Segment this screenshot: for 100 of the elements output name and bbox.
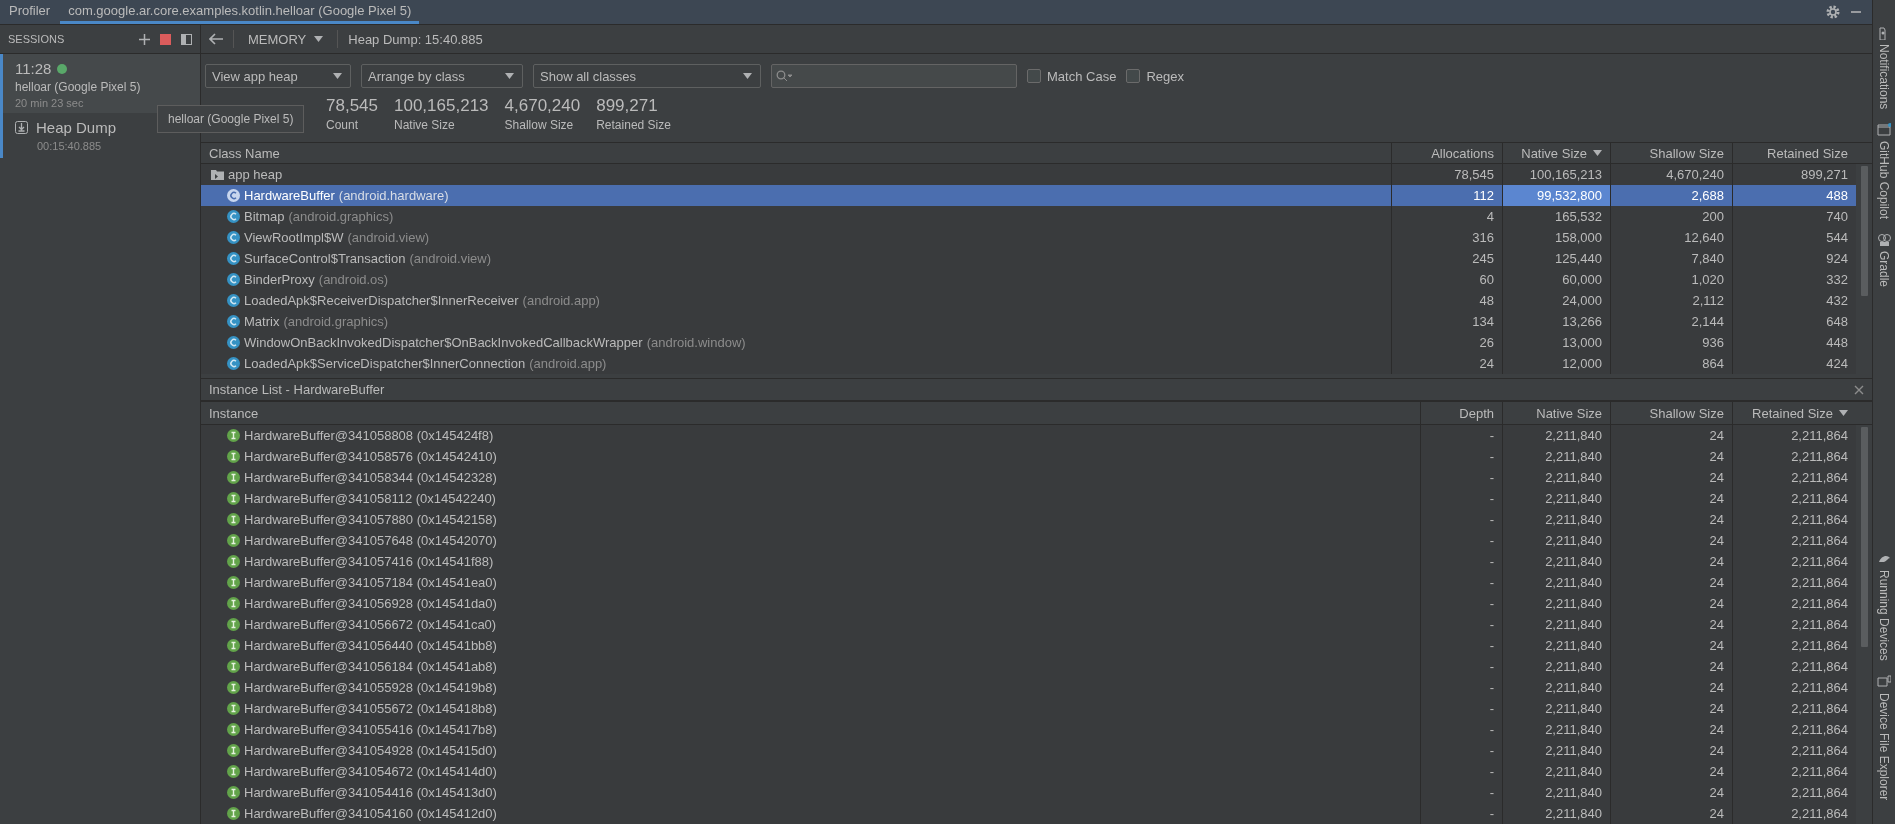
instance-icon	[227, 492, 240, 505]
scrollbar-thumb[interactable]	[1860, 427, 1868, 647]
table-cell: 2,211,840	[1502, 698, 1610, 719]
stat-label: Retained Size	[596, 118, 671, 132]
checkbox[interactable]: Match Case	[1027, 68, 1117, 84]
class-name: WindowOnBackInvokedDispatcher$OnBackInvokedCallbackWrapper	[244, 335, 643, 350]
session-item[interactable]: 11:28 helloar (Google Pixel 5) 20 min 23 sec	[0, 54, 200, 113]
instance-name: HardwareBuffer@341055672 (0x145418b8)	[244, 701, 497, 716]
class-name: HardwareBuffer	[244, 188, 335, 203]
stop-icon[interactable]	[160, 33, 171, 45]
dropdown[interactable]: Show all classes	[533, 64, 761, 88]
table-cell: 24	[1610, 782, 1732, 803]
column-header[interactable]: Depth	[1420, 402, 1502, 424]
table-cell: -	[1420, 656, 1502, 677]
table-cell: 134	[1391, 311, 1502, 332]
column-header[interactable]: Shallow Size	[1610, 143, 1732, 163]
table-cell: -	[1420, 446, 1502, 467]
instance-icon	[227, 744, 240, 757]
table-cell: -	[1420, 551, 1502, 572]
class-name: LoadedApk$ServiceDispatcher$InnerConnection	[244, 356, 526, 371]
class-name: app heap	[228, 167, 283, 182]
table-cell: 24	[1610, 698, 1732, 719]
instance-icon	[227, 618, 240, 631]
class-row[interactable]: HardwareBuffer (android.hardware) 112 99,532,800 2,688 488	[201, 185, 1856, 206]
instance-icon	[227, 639, 240, 652]
tool-icon	[1877, 123, 1891, 138]
instance-list-title: Instance List - HardwareBuffer	[209, 382, 385, 397]
class-name: Matrix	[244, 314, 280, 329]
class-row[interactable]: BinderProxy (android.os) 60 60,000 1,020 332	[201, 269, 1856, 290]
stat-value: 100,165,213	[394, 96, 489, 116]
class-row[interactable]: WindowOnBackInvokedDispatcher$OnBackInvokedCallbackWrapper (android.window) 26 13,000 936 448	[201, 332, 1856, 353]
table-cell: 2,211,840	[1502, 656, 1610, 677]
column-header[interactable]: Class Name	[201, 143, 1391, 163]
tool-window-button[interactable]: Device File Explorer	[1877, 674, 1891, 800]
tool-window-button[interactable]: Running Devices	[1877, 551, 1891, 661]
tab[interactable]: com.google.ar.core.examples.kotlin.helloar (Google Pixel 5)	[60, 0, 420, 24]
tool-window-button[interactable]: Notifications	[1877, 26, 1891, 110]
instance-icon	[227, 471, 240, 484]
tooltip: helloar (Google Pixel 5)	[157, 105, 305, 133]
download-icon	[15, 121, 28, 134]
table-cell: 24	[1610, 677, 1732, 698]
stat-label: Count	[326, 118, 360, 132]
dropdown[interactable]: View app heap	[205, 64, 351, 88]
instance-name: HardwareBuffer@341056928 (0x14541da0)	[244, 596, 497, 611]
table-cell: -	[1420, 677, 1502, 698]
add-icon[interactable]	[139, 33, 150, 45]
column-header[interactable]: Instance	[201, 402, 1420, 424]
table-cell: 2,211,840	[1502, 614, 1610, 635]
tool-icon	[1877, 233, 1891, 248]
scrollbar[interactable]	[1856, 425, 1872, 824]
instance-name: HardwareBuffer@341057880 (0x14542158)	[244, 512, 497, 527]
class-row[interactable]: Bitmap (android.graphics) 4 165,532 200 740	[201, 206, 1856, 227]
instance-name: HardwareBuffer@341058576 (0x14542410)	[244, 449, 497, 464]
class-row[interactable]: Matrix (android.graphics) 134 13,266 2,144 648	[201, 311, 1856, 332]
table-cell: 2,144	[1610, 311, 1732, 332]
table-cell: -	[1420, 467, 1502, 488]
scrollbar[interactable]	[1856, 164, 1872, 374]
profiler-dropdown[interactable]: MEMORY	[244, 31, 328, 47]
search-field[interactable]	[771, 64, 1017, 88]
table-cell: 2,211,840	[1502, 530, 1610, 551]
table-cell: 2,211,840	[1502, 803, 1610, 824]
column-header[interactable]: Shallow Size	[1610, 402, 1732, 424]
column-header[interactable]: Native Size	[1502, 402, 1610, 424]
instance-icon	[227, 765, 240, 778]
table-cell: 2,211,840	[1502, 677, 1610, 698]
column-header[interactable]: Native Size	[1502, 143, 1610, 163]
panel-layout-icon[interactable]	[181, 33, 192, 45]
scrollbar-thumb[interactable]	[1860, 166, 1868, 296]
class-row[interactable]: SurfaceControl$Transaction (android.view) 245 125,440 7,840 924	[201, 248, 1856, 269]
close-icon[interactable]	[1854, 384, 1864, 395]
table-cell: 125,440	[1502, 248, 1610, 269]
settings-icon[interactable]	[1826, 5, 1840, 19]
package-name: (android.hardware)	[338, 188, 449, 203]
instance-icon	[227, 807, 240, 820]
table-cell: 60,000	[1502, 269, 1610, 290]
back-arrow-icon[interactable]	[209, 33, 223, 45]
class-name: SurfaceControl$Transaction	[244, 251, 406, 266]
table-cell: -	[1420, 488, 1502, 509]
table-cell: 24	[1610, 803, 1732, 824]
dropdown[interactable]: Arrange by class	[361, 64, 523, 88]
instance-name: HardwareBuffer@341054672 (0x145414d0)	[244, 764, 497, 779]
class-row[interactable]: LoadedApk$ReceiverDispatcher$InnerReceiver (android.app) 48 24,000 2,112 432	[201, 290, 1856, 311]
table-cell: 4	[1391, 206, 1502, 227]
class-row[interactable]: ViewRootImpl$W (android.view) 316 158,000 12,640 544	[201, 227, 1856, 248]
tool-window-button[interactable]: GitHub Copilot	[1877, 123, 1891, 220]
package-name: (android.app)	[522, 293, 600, 308]
instance-name: HardwareBuffer@341055928 (0x145419b8)	[244, 680, 497, 695]
table-cell: 24	[1391, 353, 1502, 374]
tab[interactable]: Profiler	[1, 0, 59, 24]
package-name: (android.app)	[529, 356, 607, 371]
column-header[interactable]: Allocations	[1391, 143, 1502, 163]
instance-name: HardwareBuffer@341055416 (0x145417b8)	[244, 722, 497, 737]
class-row[interactable]: LoadedApk$ServiceDispatcher$InnerConnection (android.app) 24 12,000 864 424	[201, 353, 1856, 374]
checkbox[interactable]: Regex	[1126, 68, 1184, 84]
instance-icon	[227, 702, 240, 715]
table-cell: 13,266	[1502, 311, 1610, 332]
instance-icon	[227, 429, 240, 442]
stat-label: Native Size	[394, 118, 456, 132]
tool-window-button[interactable]: Gradle	[1877, 233, 1891, 288]
instance-name: HardwareBuffer@341058808 (0x145424f8)	[244, 428, 494, 443]
